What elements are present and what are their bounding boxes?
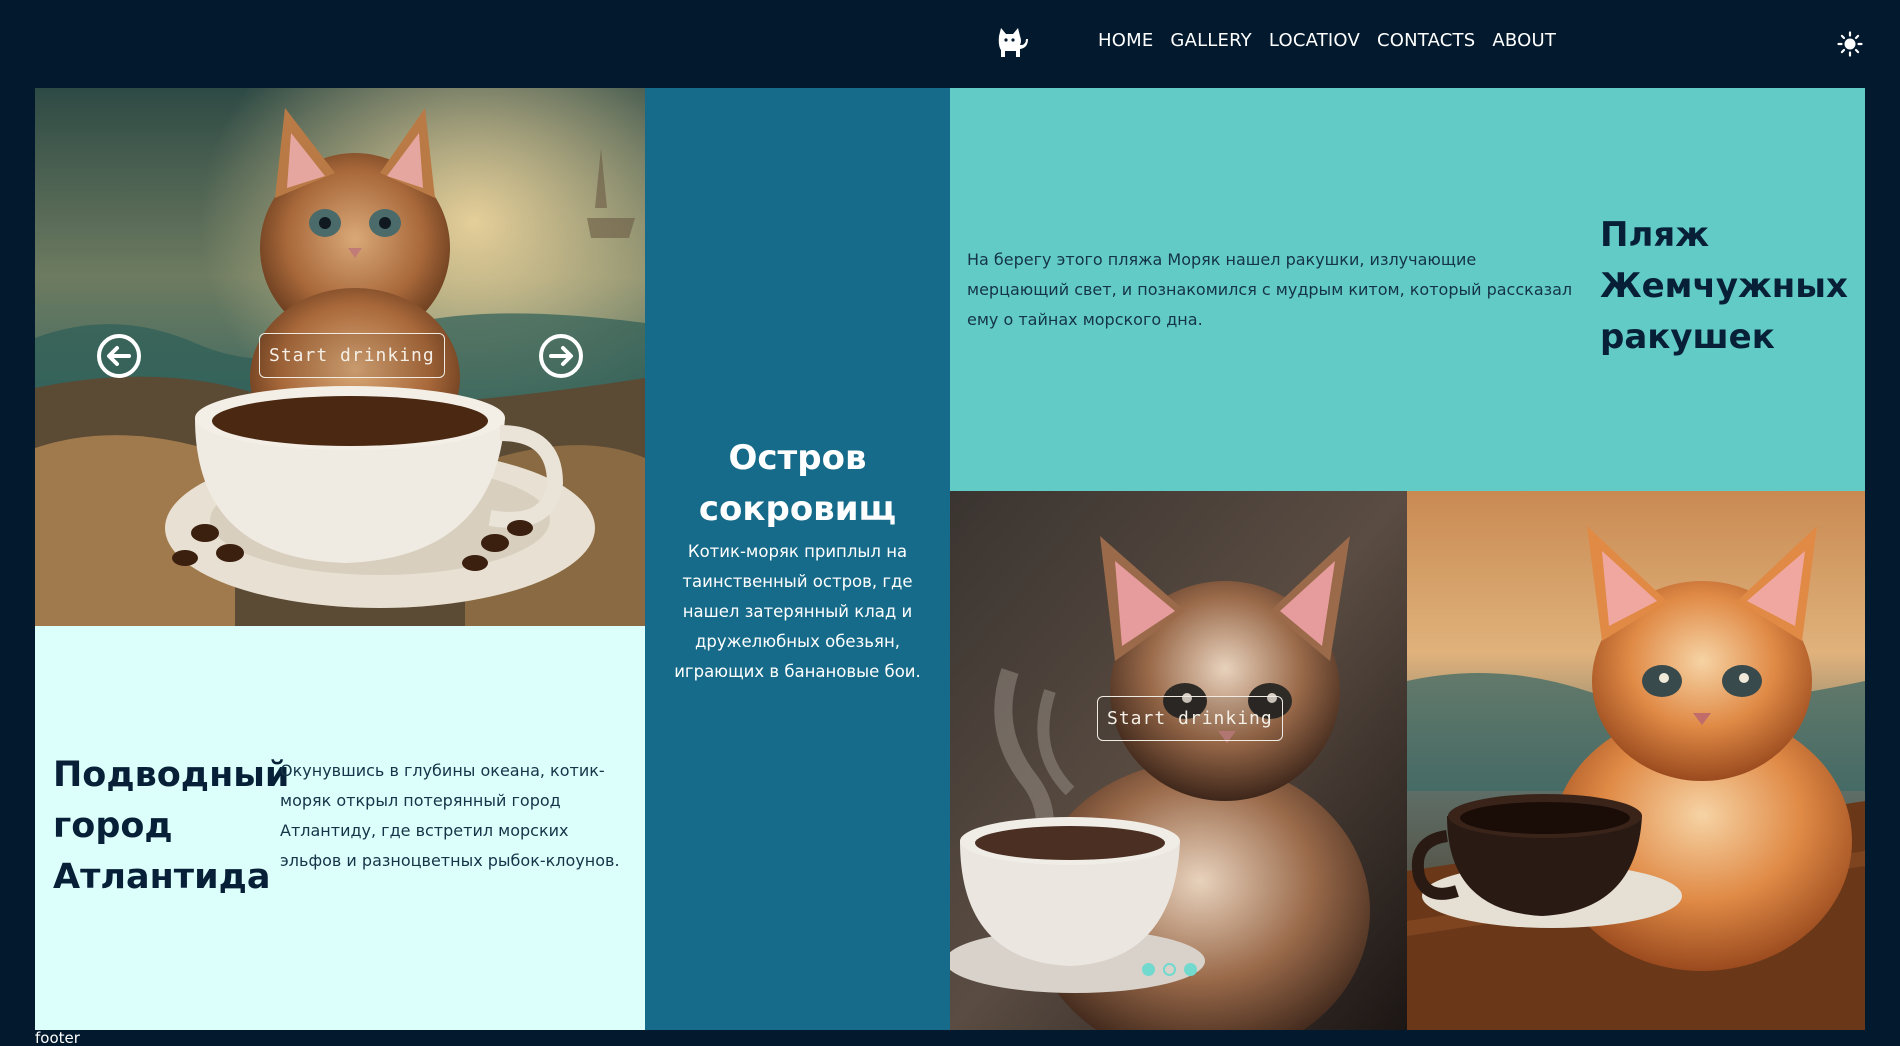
- site-header: HOME GALLERY LOCATIOV CONTACTS ABOUT: [0, 0, 1900, 88]
- pearl-text: На берегу этого пляжа Моряк нашел ракушк…: [967, 250, 1573, 329]
- atlantis-text: Окунувшись в глубины океана, котик-моряк…: [280, 761, 620, 870]
- slider-dot-2[interactable]: [1163, 963, 1176, 976]
- pearl-card: На берегу этого пляжа Моряк нашел ракушк…: [950, 88, 1865, 491]
- slider-dot-3[interactable]: [1184, 963, 1197, 976]
- kitten-ginger-image: [1407, 491, 1865, 1030]
- cat-icon[interactable]: [995, 26, 1029, 60]
- kitten-steam-slide: Start drinking: [950, 491, 1407, 1030]
- treasure-text: Котик-моряк приплыл на таинственный остр…: [674, 542, 921, 681]
- arrow-right-icon[interactable]: [538, 333, 584, 379]
- start-drinking-button-gallery[interactable]: Start drinking: [1097, 696, 1283, 741]
- slider-dots: [1142, 963, 1197, 976]
- pearl-title: Пляж Жемчужных ракушек: [1600, 215, 1848, 357]
- kitten-sea-slide: Start drinking: [35, 88, 645, 626]
- atlantis-title: Подводный город Атлантида: [53, 755, 290, 897]
- atlantis-card: Подводный город Атлантида Окунувшись в г…: [35, 626, 645, 1030]
- gallery-grid: Start drinking Подводный город Атлантида…: [35, 88, 1865, 1030]
- treasure-title: Остров сокровищ: [698, 438, 897, 529]
- start-drinking-button[interactable]: Start drinking: [259, 333, 445, 378]
- nav-contacts[interactable]: CONTACTS: [1377, 30, 1475, 51]
- sun-icon[interactable]: [1837, 31, 1863, 57]
- main-nav: HOME GALLERY LOCATIOV CONTACTS ABOUT: [1098, 30, 1556, 51]
- nav-gallery[interactable]: GALLERY: [1170, 30, 1251, 51]
- nav-home[interactable]: HOME: [1098, 30, 1153, 51]
- footer: footer: [35, 1029, 80, 1046]
- nav-location[interactable]: LOCATIOV: [1269, 30, 1360, 51]
- kitten-steam-image: [950, 491, 1407, 1030]
- arrow-left-icon[interactable]: [96, 333, 142, 379]
- nav-about[interactable]: ABOUT: [1492, 30, 1556, 51]
- slider-dot-1[interactable]: [1142, 963, 1155, 976]
- treasure-card: Остров сокровищ Котик-моряк приплыл на т…: [645, 88, 950, 1030]
- kitten-ginger-slide: [1407, 491, 1865, 1030]
